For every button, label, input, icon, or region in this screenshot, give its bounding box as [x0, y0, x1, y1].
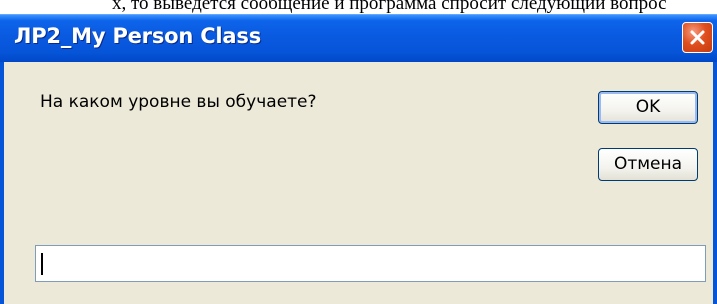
- title-bar[interactable]: ЛР2_My Person Class: [0, 14, 717, 62]
- input-dialog: ЛР2_My Person Class На каком уровне вы о…: [0, 14, 717, 304]
- window-border-right: [713, 62, 717, 304]
- window-border-left: [0, 62, 4, 304]
- prompt-label: На каком уровне вы обучаете?: [40, 92, 317, 112]
- background-document-text: х, то выведется сообщение и программа сп…: [0, 0, 717, 14]
- text-caret: [41, 253, 43, 275]
- dialog-title: ЛР2_My Person Class: [14, 24, 262, 48]
- ok-button[interactable]: OK: [598, 91, 698, 124]
- cancel-button[interactable]: Отмена: [598, 148, 698, 181]
- close-icon: [690, 30, 705, 45]
- close-button[interactable]: [682, 22, 713, 53]
- answer-input[interactable]: [35, 245, 706, 282]
- document-text-line: х, то выведется сообщение и программа сп…: [112, 0, 667, 14]
